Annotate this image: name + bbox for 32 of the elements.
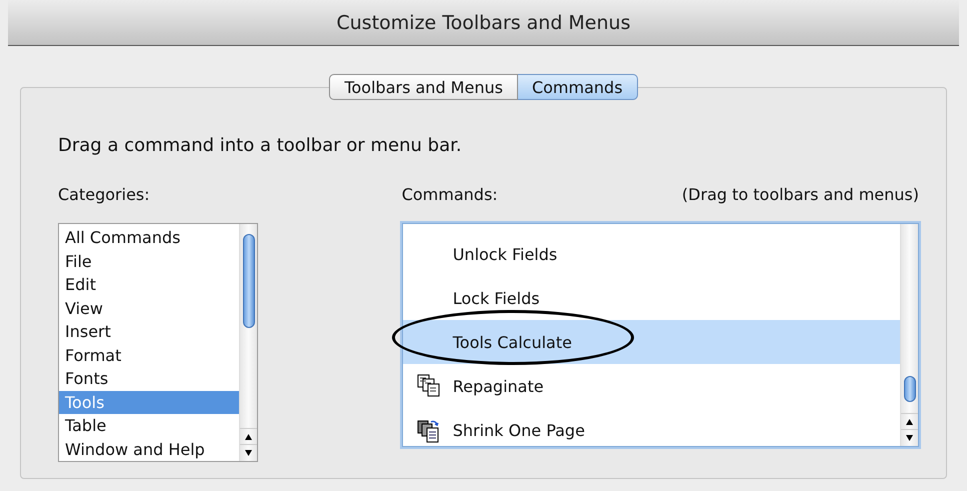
scroll-up-icon[interactable] <box>244 434 252 440</box>
scroll-thumb[interactable] <box>904 376 916 402</box>
command-item[interactable]: Unlock Fields <box>402 232 901 276</box>
instruction-text: Drag a command into a toolbar or menu bar. <box>58 135 462 156</box>
pages-icon <box>416 374 441 398</box>
scrollbar[interactable] <box>238 224 257 461</box>
category-item[interactable]: Edit <box>59 273 240 296</box>
category-item[interactable]: View <box>59 296 240 320</box>
category-item[interactable]: Insert <box>59 320 240 344</box>
scroll-thumb[interactable] <box>242 234 255 328</box>
category-item[interactable]: File <box>59 250 240 273</box>
category-item[interactable]: All Commands <box>59 226 240 250</box>
category-item[interactable]: Format <box>59 344 240 367</box>
scroll-up-icon[interactable] <box>906 419 913 425</box>
category-item[interactable]: Table <box>59 414 240 438</box>
scroll-down-icon[interactable] <box>906 435 913 441</box>
command-item[interactable]: Repaginate <box>402 364 901 408</box>
scrollbar[interactable] <box>900 224 918 446</box>
categories-list[interactable]: All Commands File Edit View Insert Format Fonts Tools Table Window and Help <box>58 223 258 462</box>
command-item[interactable]: Tools Calculate <box>402 320 901 364</box>
window-title: Customize Toolbars and Menus <box>8 0 959 46</box>
categories-label: Categories: <box>58 185 150 206</box>
scroll-down-icon[interactable] <box>244 450 252 456</box>
command-item[interactable]: Lock Fields <box>402 276 901 320</box>
tab[interactable]: Toolbars and Menus <box>329 74 518 100</box>
category-item[interactable]: Window and Help <box>59 438 240 461</box>
commands-list[interactable]: Unlock Fields Lock Fields Tools Calculate Repaginate Shrink One Page <box>402 223 919 447</box>
drag-hint: (Drag to toolbars and menus) <box>682 185 919 206</box>
command-item[interactable]: Shrink One Page <box>402 408 901 446</box>
commands-label: Commands: <box>402 185 498 206</box>
tab[interactable]: Commands <box>518 74 638 100</box>
category-item[interactable]: Fonts <box>59 367 240 390</box>
